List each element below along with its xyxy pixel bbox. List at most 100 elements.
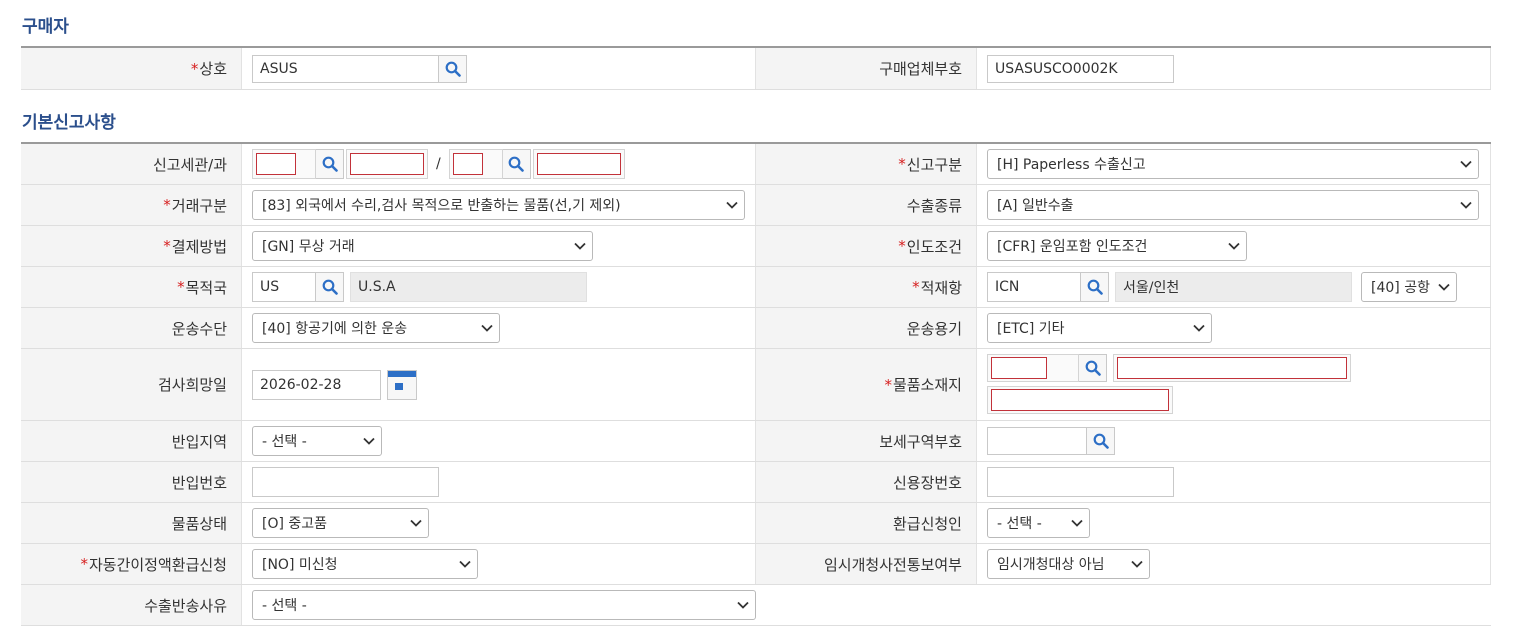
basic-row: * 거래구분 [83] 외국에서 수리,검사 목적으로 반출하는 물품(선,기 제… [21, 185, 1491, 226]
search-icon [1093, 433, 1109, 449]
temp-opening-select[interactable]: 임시개청대상 아님 [987, 549, 1150, 579]
entry-number-input[interactable] [252, 467, 439, 497]
payment-method-label: * 결제방법 [21, 226, 241, 266]
search-icon [508, 156, 525, 172]
basic-row: 반입지역 - 선택 - 보세구역부호 [21, 421, 1491, 462]
export-type-label: 수출종류 [756, 185, 976, 225]
destination-label: * 목적국 [21, 267, 241, 307]
delivery-terms-label: * 인도조건 [756, 226, 976, 266]
auto-refund-label: * 자동간이정액환급신청 [21, 544, 241, 584]
declaration-type-label: * 신고구분 [756, 144, 976, 184]
basic-section-title: 기본신고사항 [22, 113, 116, 133]
customs-division-name-input[interactable] [536, 153, 621, 175]
chevron-down-icon [1460, 201, 1472, 209]
search-icon [322, 156, 338, 172]
loading-port-type-select[interactable]: [40] 공항 [1361, 272, 1457, 302]
calendar-icon[interactable] [387, 369, 417, 400]
inspection-date-label: 검사희망일 [21, 349, 241, 420]
chevron-down-icon [363, 437, 375, 445]
customs-division-search-button[interactable] [502, 149, 531, 179]
loading-port-search-button[interactable] [1081, 272, 1109, 302]
goods-location-label: * 물품소재지 [756, 349, 976, 420]
goods-condition-label: 물품상태 [21, 503, 241, 543]
destination-search-button[interactable] [316, 272, 344, 302]
chevron-down-icon [1193, 324, 1205, 332]
declaration-type-select[interactable]: [H] Paperless 수출신고 [987, 149, 1479, 179]
customs-label: 신고세관/과 [21, 144, 241, 184]
transaction-type-label: * 거래구분 [21, 185, 241, 225]
temp-opening-label: 임시개청사전통보여부 [756, 544, 976, 584]
customs-division-input[interactable] [452, 153, 483, 175]
chevron-down-icon [1131, 560, 1143, 568]
basic-row: * 결제방법 [GN] 무상 거래 * 인도조건 [CFR] 운임포함 인도조건 [21, 226, 1491, 267]
transport-container-label: 운송용기 [756, 308, 976, 348]
chevron-down-icon [737, 601, 749, 609]
bonded-area-code-label: 보세구역부호 [756, 421, 976, 461]
entry-number-label: 반입번호 [21, 462, 241, 502]
trade-name-input[interactable]: ASUS [252, 54, 439, 83]
lc-number-input[interactable] [987, 467, 1174, 497]
customs-office-input[interactable] [256, 153, 296, 175]
search-icon [1085, 360, 1101, 376]
search-icon [322, 279, 338, 295]
bonded-area-search-button[interactable] [1087, 427, 1115, 455]
buyer-row: * 상호 ASUS 구매업체부호 USASUSCO0002K [21, 48, 1491, 90]
basic-row: 물품상태 [O] 중고품 환급신청인 - 선택 - [21, 503, 1491, 544]
loading-port-label: * 적재항 [756, 267, 976, 307]
transport-container-select[interactable]: [ETC] 기타 [987, 313, 1212, 343]
chevron-down-icon [1071, 519, 1083, 527]
basic-table: 신고세관/과 / * 신고구분 [H] Paperless 수출신고 * 거래구분 … [21, 142, 1491, 626]
buyer-table: * 상호 ASUS 구매업체부호 USASUSCO0002K [21, 46, 1491, 90]
loading-port-code-input[interactable]: ICN [987, 272, 1081, 302]
basic-row: 신고세관/과 / * 신고구분 [H] Paperless 수출신고 [21, 144, 1491, 185]
goods-condition-select[interactable]: [O] 중고품 [252, 508, 429, 538]
return-reason-label: 수출반송사유 [21, 585, 241, 625]
customs-separator: / [436, 156, 441, 172]
loading-port-name-input: 서울/인천 [1115, 272, 1352, 302]
goods-location-code-input[interactable] [991, 357, 1047, 379]
buyer-code-input[interactable]: USASUSCO0002K [987, 54, 1174, 83]
inspection-date-input[interactable]: 2026-02-28 [252, 369, 381, 400]
chevron-down-icon [1438, 283, 1450, 291]
customs-office-name-input[interactable] [350, 153, 424, 175]
customs-office-search-button[interactable] [316, 149, 344, 179]
goods-location-name-input[interactable] [1117, 357, 1347, 379]
search-icon [445, 61, 461, 77]
trade-name-label: * 상호 [21, 48, 241, 89]
chevron-down-icon [410, 519, 422, 527]
entry-area-select[interactable]: - 선택 - [252, 426, 382, 456]
destination-name-input: U.S.A [350, 272, 587, 302]
refund-applicant-label: 환급신청인 [756, 503, 976, 543]
basic-row: 검사희망일 2026-02-28 * 물품소재지 [21, 349, 1491, 421]
chevron-down-icon [1228, 242, 1240, 250]
basic-row: 운송수단 [40] 항공기에 의한 운송 운송용기 [ETC] 기타 [21, 308, 1491, 349]
buyer-code-label: 구매업체부호 [756, 48, 976, 89]
search-icon [1087, 279, 1103, 295]
basic-row: 반입번호 신용장번호 [21, 462, 1491, 503]
lc-number-label: 신용장번호 [756, 462, 976, 502]
entry-area-label: 반입지역 [21, 421, 241, 461]
chevron-down-icon [1460, 160, 1472, 168]
transport-means-select[interactable]: [40] 항공기에 의한 운송 [252, 313, 500, 343]
chevron-down-icon [459, 560, 471, 568]
goods-location-search-button[interactable] [1079, 354, 1107, 382]
payment-method-select[interactable]: [GN] 무상 거래 [252, 231, 593, 261]
return-reason-select[interactable]: - 선택 - [252, 590, 756, 620]
basic-row: * 목적국 US U.S.A * 적재항 ICN 서울/인천 [40] 공항 [21, 267, 1491, 308]
chevron-down-icon [726, 201, 738, 209]
auto-refund-select[interactable]: [NO] 미신청 [252, 549, 478, 579]
refund-applicant-select[interactable]: - 선택 - [987, 508, 1090, 538]
export-type-select[interactable]: [A] 일반수출 [987, 190, 1479, 220]
chevron-down-icon [481, 324, 493, 332]
delivery-terms-select[interactable]: [CFR] 운임포함 인도조건 [987, 231, 1247, 261]
destination-code-input[interactable]: US [252, 272, 316, 302]
trade-name-search-button[interactable] [439, 54, 467, 83]
chevron-down-icon [574, 242, 586, 250]
bonded-area-code-input[interactable] [987, 427, 1087, 455]
transport-means-label: 운송수단 [21, 308, 241, 348]
goods-location-address-input[interactable] [991, 389, 1169, 411]
basic-row: 수출반송사유 - 선택 - [21, 585, 1491, 626]
basic-row: * 자동간이정액환급신청 [NO] 미신청 임시개청사전통보여부 임시개청대상 아… [21, 544, 1491, 585]
transaction-type-select[interactable]: [83] 외국에서 수리,검사 목적으로 반출하는 물품(선,기 제외) [252, 190, 745, 220]
buyer-section-title: 구매자 [22, 17, 69, 37]
